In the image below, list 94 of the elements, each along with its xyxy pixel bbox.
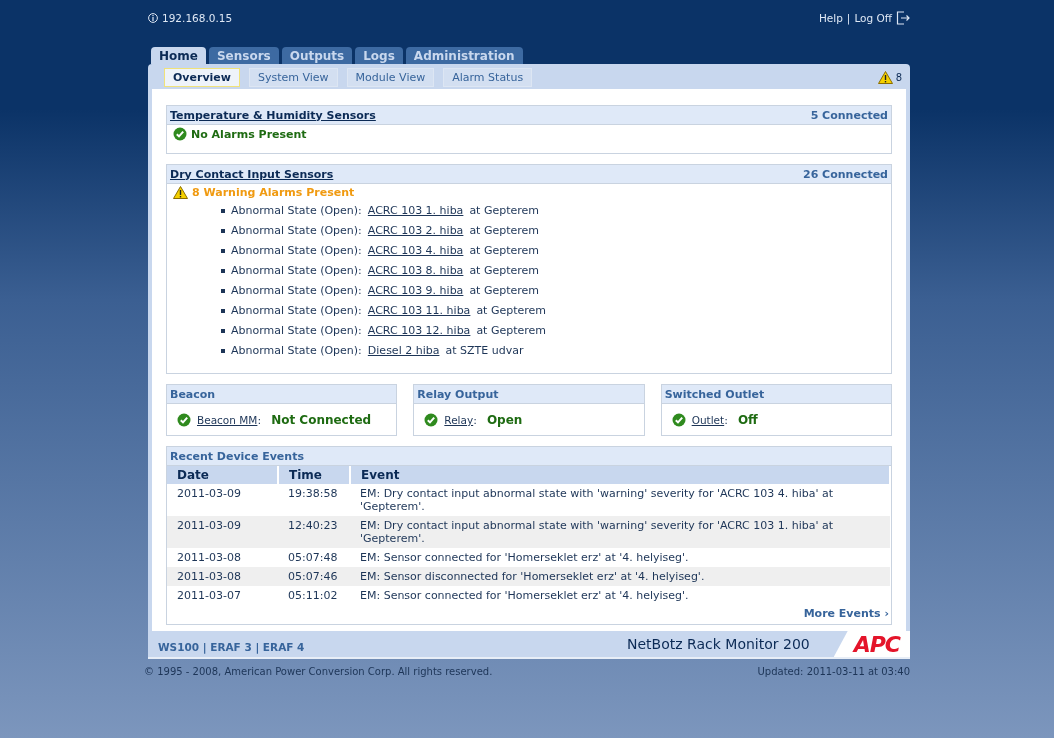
nav-tab[interactable]: Sensors (208, 47, 279, 64)
output-state: Off (737, 413, 758, 427)
alarm-text: Abnormal State (Open): (231, 243, 362, 259)
location-text: at Gepterem (469, 283, 540, 299)
sensor-link[interactable]: ACRC 103 8. hiba (367, 261, 464, 281)
device-path: WS100 | ERAF 3 | ERAF 4 (158, 640, 305, 653)
alarm-status: 8 Warning Alarms Present (192, 186, 355, 199)
location-text: at Gepterem (469, 203, 540, 219)
connected-count: 5 Connected (810, 109, 888, 122)
more-events-link[interactable]: More Events › (803, 607, 889, 620)
brand-logo: APC (833, 631, 910, 657)
alarm-text: Abnormal State (Open): (231, 203, 362, 219)
nav-tab[interactable]: Logs (355, 47, 403, 64)
bullet-icon (221, 209, 225, 213)
header-link[interactable]: Log Off (854, 12, 892, 24)
panel-title-link[interactable]: Dry Contact Input Sensors (170, 168, 334, 181)
sub-tab[interactable]: Module View (346, 67, 435, 87)
panel-title-link[interactable]: Temperature & Humidity Sensors (170, 109, 376, 122)
table-cell: 05:11:02 (278, 586, 350, 605)
panel-title: Beacon (170, 388, 216, 401)
table-cell: 2011-03-08 (167, 567, 278, 586)
bullet-icon (221, 309, 225, 313)
check-icon (671, 413, 686, 427)
alarm-text: Abnormal State (Open): (231, 283, 362, 299)
alarm-text: Abnormal State (Open): (231, 303, 362, 319)
sensor-link[interactable]: ACRC 103 12. hiba (367, 321, 471, 341)
warning-icon (877, 70, 893, 84)
sub-tab[interactable]: Alarm Status (443, 67, 533, 87)
header-link[interactable]: Help (818, 12, 843, 24)
ip-address: 192.168.0.15 (162, 12, 233, 24)
table-cell: 12:40:23 (278, 516, 350, 548)
sub-tab[interactable]: Overview (164, 67, 240, 87)
panel-title: Recent Device Events (170, 450, 304, 463)
alarm-status: No Alarms Present (191, 127, 307, 141)
warning-icon (173, 186, 188, 199)
sensor-link[interactable]: ACRC 103 9. hiba (367, 281, 464, 301)
table-cell: EM: Sensor connected for 'Homerseklet erz' at '4. helyiseg'. (350, 548, 890, 567)
table-cell: 2011-03-09 (167, 516, 278, 548)
nav-tab[interactable]: Administration (405, 47, 523, 64)
panel-title: Switched Outlet (664, 388, 765, 401)
colon: : (257, 413, 262, 427)
sensor-link[interactable]: Diesel 2 hiba (367, 341, 440, 361)
connected-count: 26 Connected (803, 168, 888, 181)
colon: : (724, 413, 728, 427)
table-cell: 2011-03-07 (167, 586, 278, 605)
table-cell: EM: Sensor disconnected for 'Homerseklet erz' at '4. helyiseg'. (350, 567, 890, 586)
bullet-icon (221, 329, 225, 333)
table-cell: 05:07:48 (278, 548, 350, 567)
copyright: © 1995 - 2008, American Power Conversion Corp. All rights reserved. (144, 666, 493, 677)
updated-time: Updated: 2011-03-11 at 03:40 (757, 666, 910, 677)
bullet-icon (221, 269, 225, 273)
output-state: Open (486, 413, 523, 427)
location-text: at Gepterem (476, 323, 547, 339)
bullet-icon (221, 249, 225, 253)
nav-tab[interactable]: Home (151, 47, 206, 64)
alarm-text: Abnormal State (Open): (231, 223, 362, 239)
output-state: Not Connected (271, 413, 372, 427)
alarm-count[interactable]: 8 (895, 71, 902, 83)
table-cell: EM: Dry contact input abnormal state with 'warning' severity for 'ACRC 103 4. hiba' at 'Gepterem'. (350, 484, 890, 516)
location-text: at Gepterem (469, 263, 540, 279)
check-icon (424, 413, 439, 427)
panel-title: Relay Output (417, 388, 499, 401)
table-cell: 19:38:58 (278, 484, 350, 516)
check-icon (173, 127, 187, 141)
location-text: at SZTE udvar (445, 343, 524, 359)
location-text: at Gepterem (469, 243, 540, 259)
sensor-link[interactable]: ACRC 103 11. hiba (367, 301, 471, 321)
check-icon (177, 413, 191, 427)
bullet-icon (221, 229, 225, 233)
table-cell: EM: Sensor connected for 'Homerseklet erz' at '4. helyiseg'. (350, 586, 890, 605)
table-cell: 2011-03-08 (167, 548, 278, 567)
column-header: Event (350, 466, 890, 484)
table-cell: 2011-03-09 (167, 484, 278, 516)
column-header: Time (278, 466, 350, 484)
logout-icon[interactable] (896, 11, 910, 25)
info-icon (148, 13, 158, 23)
location-text: at Gepterem (469, 223, 540, 239)
sensor-link[interactable]: ACRC 103 1. hiba (367, 201, 464, 221)
alarm-text: Abnormal State (Open): (231, 323, 362, 339)
table-cell: 05:07:46 (278, 567, 350, 586)
bullet-icon (221, 289, 225, 293)
separator: | (846, 12, 851, 24)
nav-tab[interactable]: Outputs (281, 47, 353, 64)
table-cell: EM: Dry contact input abnormal state with 'warning' severity for 'ACRC 103 1. hiba' at 'Gepterem'. (350, 516, 890, 548)
location-text: at Gepterem (476, 303, 547, 319)
alarm-text: Abnormal State (Open): (231, 263, 362, 279)
sub-tab[interactable]: System View (249, 67, 338, 87)
colon: : (473, 413, 477, 427)
product-name: NetBotz Rack Monitor 200 (627, 636, 811, 652)
sensor-link[interactable]: ACRC 103 4. hiba (367, 241, 464, 261)
alarm-text: Abnormal State (Open): (231, 343, 362, 359)
bullet-icon (221, 349, 225, 353)
sensor-link[interactable]: ACRC 103 2. hiba (367, 221, 464, 241)
column-header: Date (167, 466, 278, 484)
